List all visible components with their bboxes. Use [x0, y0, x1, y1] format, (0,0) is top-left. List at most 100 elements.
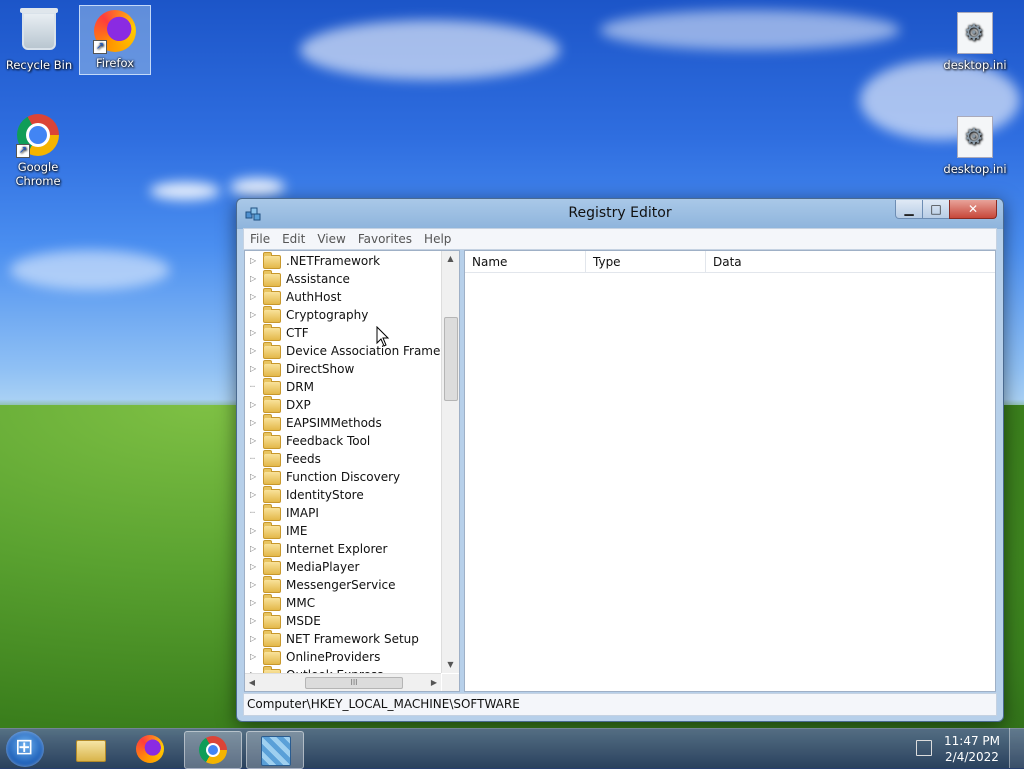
expand-arrow-icon[interactable]: ▷ — [250, 324, 258, 342]
close-button[interactable]: ✕ — [949, 200, 997, 219]
expand-arrow-icon[interactable]: ▷ — [250, 252, 258, 270]
column-header-data[interactable]: Data — [706, 251, 995, 273]
column-header-name[interactable]: Name — [465, 251, 586, 273]
expand-arrow-icon[interactable]: ▷ — [250, 576, 258, 594]
tree-item-label: DirectShow — [286, 362, 355, 376]
folder-icon — [263, 396, 281, 413]
taskbar-firefox-button[interactable] — [122, 731, 178, 767]
expand-arrow-icon[interactable]: ▷ — [250, 594, 258, 612]
expand-arrow-icon[interactable]: ▷ — [250, 612, 258, 630]
desktop-icon-firefox[interactable]: ↗ Firefox — [79, 5, 151, 75]
folder-icon — [263, 558, 281, 575]
tree-item-label: Internet Explorer — [286, 542, 388, 556]
chrome-icon — [199, 736, 227, 764]
key-tree-pane[interactable]: ▷Outlook Express▷OnlineProviders▷NET Fra… — [244, 250, 460, 692]
folder-icon — [263, 360, 281, 377]
folder-icon — [263, 252, 281, 269]
taskbar-explorer-button[interactable] — [62, 731, 118, 767]
folder-icon — [263, 522, 281, 539]
expand-arrow-icon[interactable]: ▷ — [250, 414, 258, 432]
expand-arrow-icon[interactable]: ▷ — [250, 630, 258, 648]
tree-connector-icon: ┈ — [250, 508, 255, 517]
desktop-icon-label: Recycle Bin — [5, 58, 73, 72]
firefox-icon — [136, 735, 164, 763]
tree-item-label: IMAPI — [286, 506, 319, 520]
registry-editor-window: Registry Editor ▁ □ ✕ File Edit View Favori… — [236, 198, 1004, 722]
registry-editor-icon — [261, 736, 291, 766]
folder-icon — [263, 342, 281, 359]
expand-arrow-icon[interactable]: ▷ — [250, 306, 258, 324]
scroll-thumb[interactable] — [444, 317, 458, 401]
expand-arrow-icon[interactable]: ▷ — [250, 396, 258, 414]
scroll-left-arrow-icon[interactable]: ◀ — [245, 674, 259, 691]
scroll-down-arrow-icon[interactable]: ▼ — [442, 657, 459, 673]
column-header-type[interactable]: Type — [586, 251, 706, 273]
tree-item-label: DRM — [286, 380, 314, 394]
desktop-icon-google-chrome[interactable]: ↗ Google Chrome — [3, 110, 73, 188]
tree-item-label: Feeds — [286, 452, 321, 466]
folder-icon — [263, 576, 281, 593]
folder-icon — [263, 486, 281, 503]
system-clock[interactable]: 11:47 PM 2/4/2022 — [944, 733, 1000, 765]
tree-item-label: Device Association Framewor — [286, 344, 460, 358]
tree-item-label: DXP — [286, 398, 311, 412]
expand-arrow-icon[interactable]: ▷ — [250, 288, 258, 306]
start-button[interactable] — [6, 731, 44, 767]
status-bar-path: Computer\HKEY_LOCAL_MACHINE\SOFTWARE — [243, 693, 997, 716]
folder-icon — [263, 612, 281, 629]
taskbar-registry-editor-button[interactable] — [246, 731, 304, 769]
clock-date: 2/4/2022 — [945, 750, 999, 764]
folder-icon — [263, 594, 281, 611]
expand-arrow-icon[interactable]: ▷ — [250, 342, 258, 360]
expand-arrow-icon[interactable]: ▷ — [250, 540, 258, 558]
wallpaper-cloud — [600, 10, 900, 50]
desktop-icon-label: desktop.ini — [943, 58, 1007, 72]
expand-arrow-icon[interactable]: ▷ — [250, 270, 258, 288]
show-desktop-button[interactable] — [1009, 728, 1024, 768]
tree-vertical-scrollbar[interactable]: ▲ ▼ — [441, 251, 459, 673]
settings-file-icon — [953, 12, 997, 56]
expand-arrow-icon[interactable]: ▷ — [250, 558, 258, 576]
menu-file[interactable]: File — [244, 229, 276, 246]
tree-item-label: MMC — [286, 596, 316, 610]
scroll-right-arrow-icon[interactable]: ▶ — [427, 674, 441, 691]
folder-icon — [263, 630, 281, 647]
folder-icon — [263, 450, 281, 467]
network-icon[interactable] — [916, 740, 932, 756]
menu-help[interactable]: Help — [418, 229, 457, 246]
expand-arrow-icon[interactable]: ▷ — [250, 522, 258, 540]
scroll-thumb[interactable]: III — [305, 677, 403, 689]
folder-icon — [263, 540, 281, 557]
menu-favorites[interactable]: Favorites — [352, 229, 418, 246]
expand-arrow-icon[interactable]: ▷ — [250, 486, 258, 504]
values-list-pane[interactable]: Name Type Data — [464, 250, 996, 692]
desktop-icon-recycle-bin[interactable]: Recycle Bin — [4, 6, 74, 72]
minimize-button[interactable]: ▁ — [895, 200, 923, 219]
expand-arrow-icon[interactable]: ▷ — [250, 432, 258, 450]
wallpaper-cloud — [300, 20, 560, 80]
folder-icon — [263, 432, 281, 449]
expand-arrow-icon[interactable]: ▷ — [250, 648, 258, 666]
expand-arrow-icon[interactable]: ▷ — [250, 360, 258, 378]
expand-arrow-icon[interactable]: ▷ — [250, 468, 258, 486]
file-explorer-icon — [76, 740, 106, 762]
tree-connector-icon: ┈ — [250, 382, 255, 391]
menu-edit[interactable]: Edit — [276, 229, 311, 246]
tree-horizontal-scrollbar[interactable]: ◀ III ▶ — [245, 673, 441, 691]
desktop-icon-desktop-ini-2[interactable]: desktop.ini — [940, 112, 1010, 176]
wallpaper-cloud — [230, 178, 285, 196]
taskbar-chrome-button[interactable] — [184, 731, 242, 769]
maximize-button[interactable]: □ — [922, 200, 950, 219]
scroll-corner — [442, 674, 459, 691]
desktop-icon-desktop-ini-1[interactable]: desktop.ini — [940, 8, 1010, 72]
folder-icon — [263, 378, 281, 395]
settings-file-icon — [953, 116, 997, 160]
taskbar — [0, 728, 1024, 769]
menu-view[interactable]: View — [311, 229, 351, 246]
title-bar[interactable]: Registry Editor ▁ □ ✕ — [237, 199, 1003, 227]
desktop-icon-label: Google Chrome — [15, 160, 61, 188]
tree-item-label: OnlineProviders — [286, 650, 381, 664]
folder-icon — [263, 648, 281, 665]
tree-item-label: IdentityStore — [286, 488, 364, 502]
scroll-up-arrow-icon[interactable]: ▲ — [442, 251, 459, 267]
